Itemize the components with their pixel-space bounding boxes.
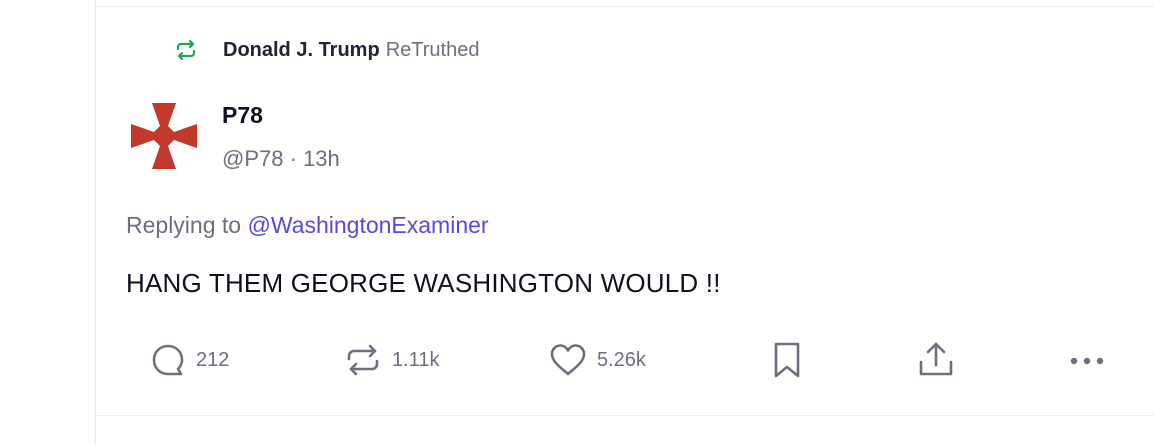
reply-icon [152,344,184,376]
heart-icon [550,344,586,376]
more-options-button[interactable] [1068,338,1106,382]
like-button[interactable]: 5.26k [549,338,646,382]
replying-prefix: Replying to [126,212,242,238]
post-timestamp[interactable]: 13h [303,146,340,171]
post-author-name[interactable]: P78 [222,102,263,129]
post-top-divider [95,6,1154,7]
retruth-user-name[interactable]: Donald J. Trump [223,39,380,62]
retruth-label: ReTruthed [385,38,480,61]
post-body: HANG THEM GEORGE WASHINGTON WOULD !! [126,268,721,298]
share-icon [919,342,953,376]
share-button[interactable] [916,338,956,382]
replying-to-line: Replying to @WashingtonExaminer [126,212,489,239]
like-count: 5.26k [597,348,646,371]
reply-count: 212 [196,348,230,371]
ellipsis-icon [1070,357,1104,365]
bookmark-button[interactable] [771,338,803,382]
retruth-action-icon [347,344,379,376]
retruth-icon [174,38,198,62]
bookmark-icon [774,342,800,378]
replying-to-mention[interactable]: @WashingtonExaminer [247,212,488,238]
post-meta: @P78 · 13h [222,146,340,172]
retruth-count: 1.11k [392,348,440,371]
reply-button[interactable]: 212 [150,338,229,382]
retruth-banner: Donald J. Trump ReTruthed [174,36,479,64]
post-bottom-divider [95,415,1154,416]
avatar[interactable] [130,102,198,170]
timeline-post: Donald J. Trump ReTruthed P78 @P78 · 13h… [0,0,1154,444]
post-action-bar: 212 1.11k 5.26k [0,338,1154,382]
meta-separator: · [289,146,297,171]
retruth-button[interactable]: 1.11k [344,338,439,382]
post-author-handle[interactable]: @P78 [222,146,283,171]
